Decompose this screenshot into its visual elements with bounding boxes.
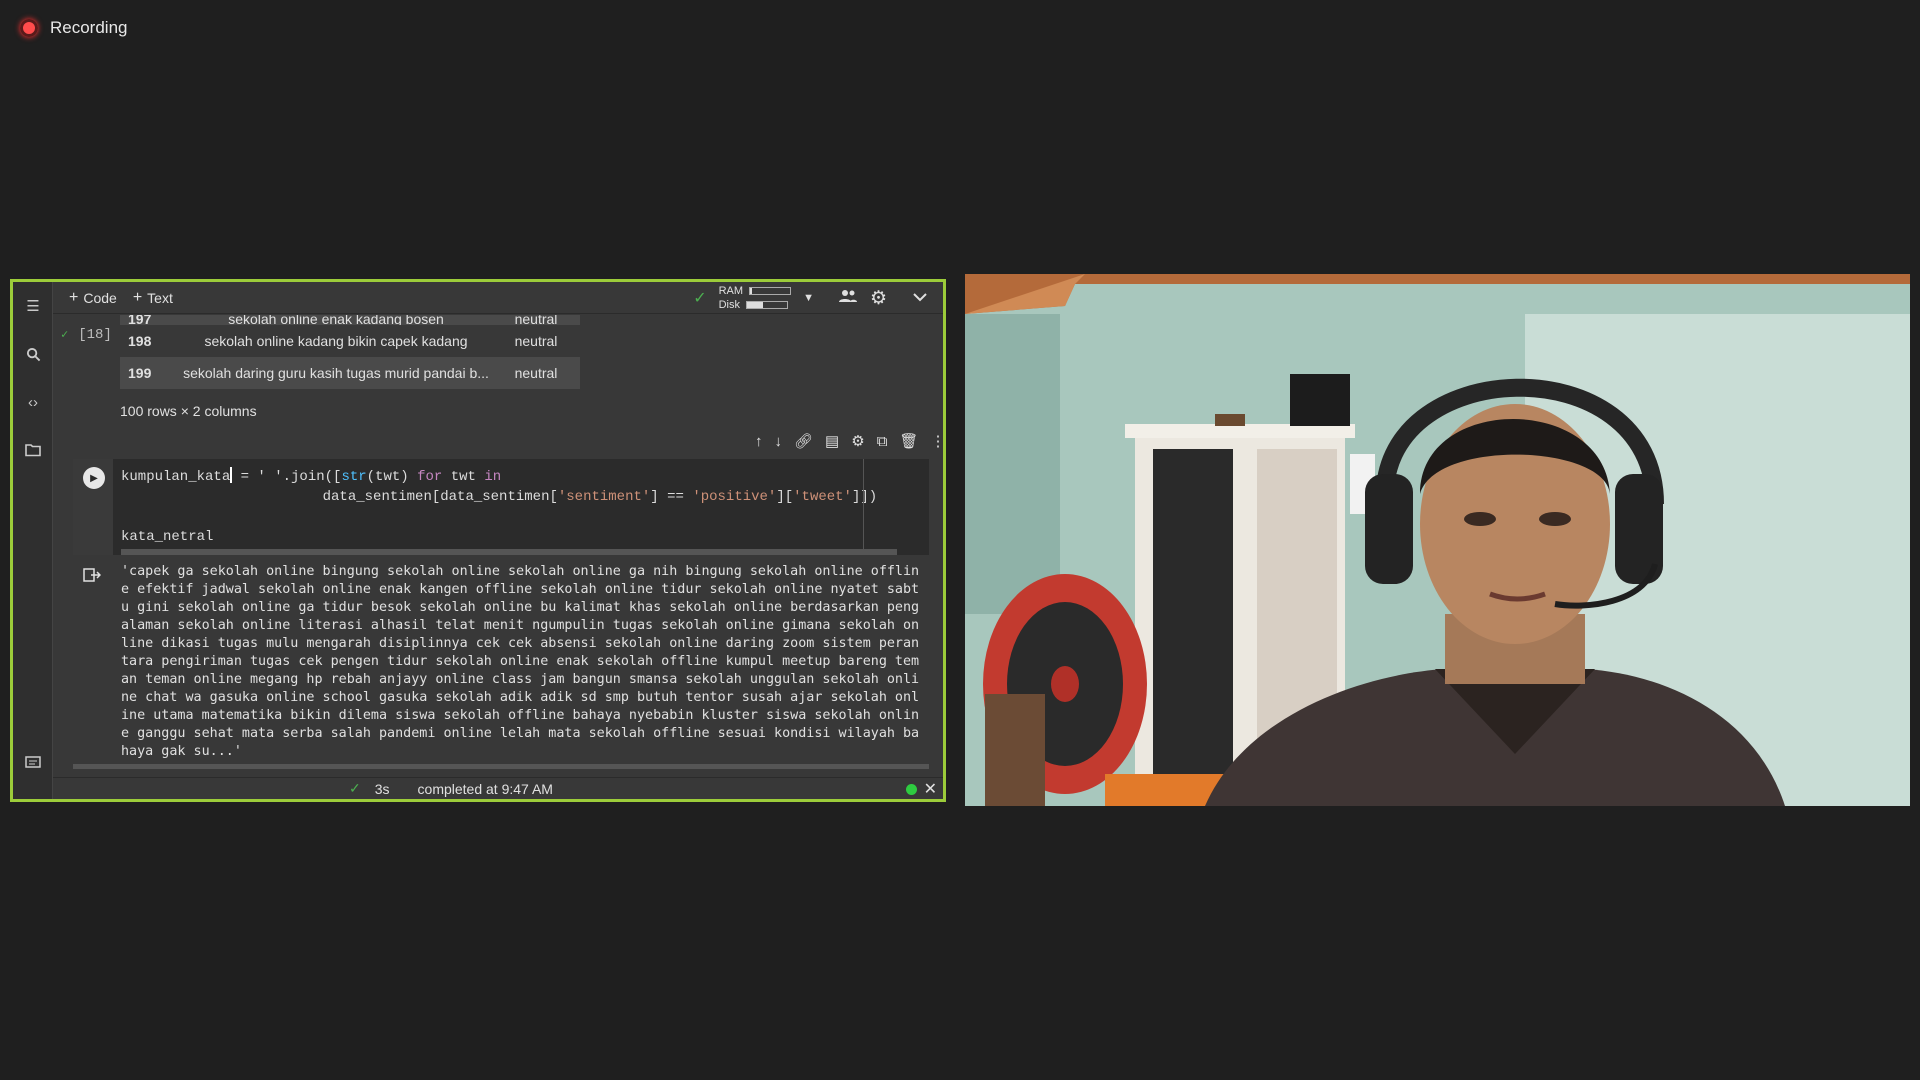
ram-bar: [749, 287, 792, 295]
runtime-status-dot: [906, 784, 917, 795]
dropdown-caret-icon[interactable]: ▼: [803, 292, 814, 304]
ram-label: RAM: [718, 285, 744, 297]
code-token: ] ==: [650, 489, 693, 505]
connected-check-icon: ✓: [693, 290, 707, 307]
output-text: 'capek ga sekolah online bingung sekolah…: [121, 564, 920, 759]
link-icon[interactable]: 🔗︎: [794, 432, 813, 450]
output-actions-icon[interactable]: [83, 567, 103, 585]
webcam-feed: [965, 274, 1910, 806]
close-icon[interactable]: ✕: [924, 779, 937, 799]
exec-success-icon: ✓: [61, 328, 69, 342]
add-code-label: Code: [83, 289, 117, 306]
comment-icon[interactable]: ▤: [825, 432, 839, 450]
disk-bar: [746, 301, 788, 309]
add-text-label: Text: [147, 289, 173, 306]
code-token: = ' '.join([: [232, 469, 342, 485]
left-rail: ☰ ‹›: [13, 282, 53, 799]
row-index: 197: [128, 315, 152, 325]
mirror-icon[interactable]: ⧉: [877, 433, 888, 450]
dataframe-summary: 100 rows × 2 columns: [120, 403, 257, 419]
cell-output: 'capek ga sekolah online bingung sekolah…: [73, 559, 929, 771]
toolbar-right: ✓ RAM Disk ▼ ⚙: [693, 282, 927, 314]
settings-gear-icon[interactable]: ⚙: [870, 287, 887, 310]
code-snippets-icon[interactable]: ‹›: [21, 390, 45, 414]
run-cell-button[interactable]: ▶: [83, 467, 105, 489]
collapse-chevron-icon[interactable]: [913, 289, 927, 307]
row-index: 199: [128, 365, 152, 381]
table-row: 198 sekolah online kadang bikin capek ka…: [120, 325, 580, 357]
cell-toolbar: ↑ ↓ 🔗︎ ▤ ⚙ ⧉ 🗑︎ ⋮: [755, 429, 943, 453]
code-token: data_sentimen[data_sentimen[: [121, 489, 558, 505]
folder-icon[interactable]: [21, 438, 45, 462]
exec-count: [18]: [78, 327, 112, 343]
table-row: 199 sekolah daring guru kasih tugas muri…: [120, 357, 580, 389]
plus-icon: +: [69, 288, 79, 306]
recording-label: Recording: [50, 18, 128, 37]
arrow-up-icon[interactable]: ↑: [755, 433, 763, 450]
cell-scrollbar[interactable]: [121, 549, 897, 555]
code-token: (twt): [366, 469, 418, 485]
add-code-button[interactable]: + Code: [69, 289, 117, 307]
delete-icon[interactable]: 🗑︎: [899, 432, 918, 450]
terminal-icon[interactable]: [21, 750, 45, 774]
row-label: neutral: [514, 315, 558, 325]
code-token: twt: [442, 469, 485, 485]
code-token: 'positive': [692, 489, 777, 505]
status-bar: ✓ 3s completed at 9:47 AM ✕: [53, 777, 943, 799]
arrow-down-icon[interactable]: ↓: [775, 433, 783, 450]
add-text-button[interactable]: + Text: [133, 289, 173, 307]
more-icon[interactable]: ⋮: [930, 432, 943, 450]
code-token: ]]): [851, 489, 878, 505]
row-text: sekolah online enak kadang bosen: [228, 315, 444, 325]
code-editor[interactable]: kumpulan_kata = ' '.join([str(twt) for t…: [121, 467, 909, 547]
notebook-area: ✓ [18] 197 sekolah online enak kadang bo…: [53, 315, 943, 777]
row-text: sekolah online kadang bikin capek kadang: [204, 333, 468, 349]
settings-icon[interactable]: ⚙: [851, 432, 864, 450]
exec-indicator: ✓ [18]: [61, 327, 112, 343]
row-text: sekolah daring guru kasih tugas murid pa…: [183, 365, 489, 381]
status-time: 3s: [374, 780, 390, 797]
resource-monitor[interactable]: RAM Disk: [718, 284, 792, 312]
disk-label: Disk: [718, 299, 740, 311]
code-token: in: [484, 469, 502, 485]
dataframe-output: 197 sekolah online enak kadang bosen neu…: [120, 315, 580, 419]
code-token: 'sentiment': [557, 489, 651, 505]
row-label: neutral: [514, 365, 558, 381]
share-people-icon[interactable]: [838, 289, 858, 308]
notebook-toolbar: + Code + Text ✓ RAM Disk ▼ ⚙: [53, 282, 943, 314]
disk-bar-fill: [747, 302, 763, 308]
row-index: 198: [128, 333, 152, 349]
code-token: kumpulan_kata: [121, 469, 231, 485]
row-label: neutral: [514, 333, 558, 349]
webcam-image: [965, 274, 1910, 806]
plus-icon: +: [132, 288, 143, 306]
shared-screen: ☰ ‹› + Code + Text ✓ RAM Disk ▼ ⚙ ✓ [18]…: [10, 279, 946, 802]
code-token: 'tweet': [793, 489, 852, 505]
status-message: completed at 9:47 AM: [417, 780, 553, 797]
search-icon[interactable]: [21, 342, 45, 366]
code-token: str: [341, 469, 367, 485]
status-check-icon: ✓: [349, 780, 361, 796]
table-row: 197 sekolah online enak kadang bosen neu…: [120, 315, 580, 325]
code-token: for: [417, 469, 443, 485]
toc-icon[interactable]: ☰: [21, 294, 45, 318]
record-dot-icon: [20, 19, 38, 37]
notebook-scrollbar[interactable]: [73, 764, 929, 769]
ruler-line: [863, 459, 864, 555]
code-token: ][: [776, 489, 794, 505]
code-cell[interactable]: ▶ kumpulan_kata = ' '.join([str(twt) for…: [73, 459, 929, 555]
code-token: kata_netral: [121, 529, 214, 545]
ram-bar-fill: [750, 288, 753, 294]
recording-indicator: Recording: [20, 18, 128, 38]
